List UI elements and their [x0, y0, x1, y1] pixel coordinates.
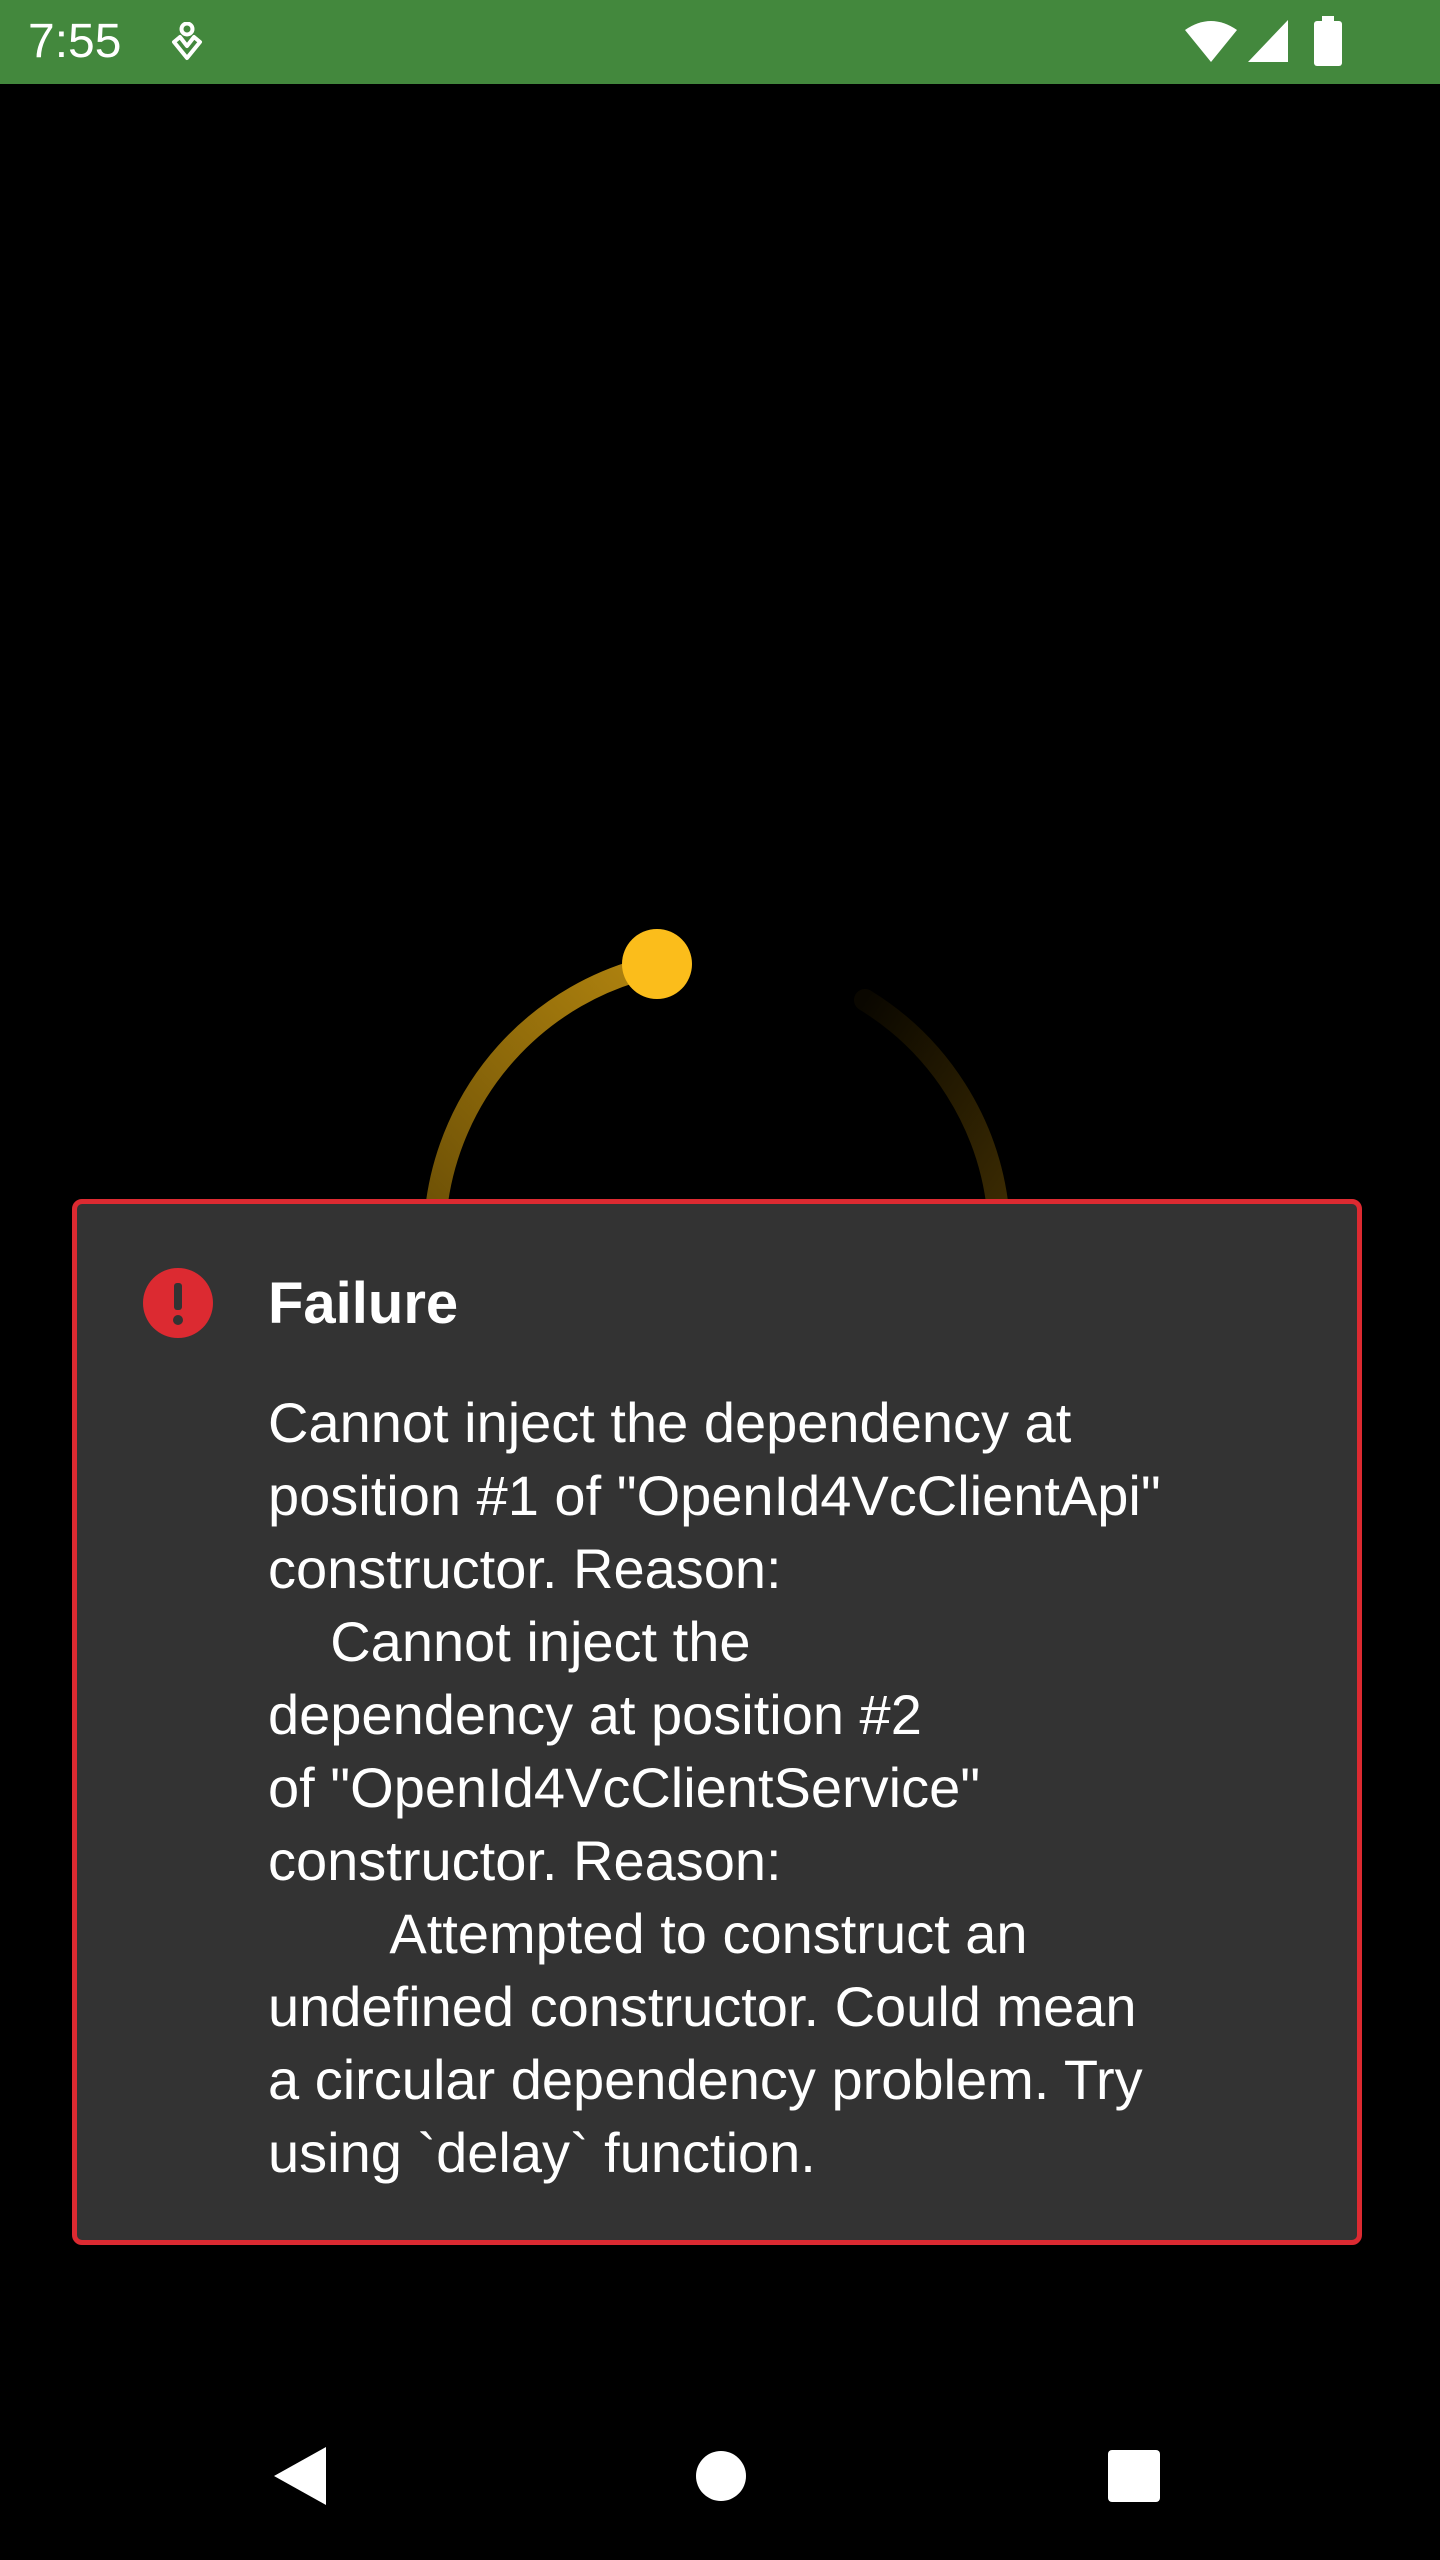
screen: 7:55 Failure Cannot inject the dependenc…	[0, 0, 1440, 2560]
back-icon[interactable]	[272, 2445, 328, 2507]
failure-dialog: Failure Cannot inject the dependency at …	[72, 1199, 1362, 2245]
dialog-message: Cannot inject the dependency at position…	[268, 1391, 1161, 2184]
recents-icon[interactable]	[1108, 2450, 1160, 2502]
error-icon	[143, 1268, 213, 1338]
loading-spinner-icon	[425, 929, 1009, 1221]
home-icon[interactable]	[695, 2450, 747, 2502]
dialog-title: Failure	[268, 1271, 459, 1336]
